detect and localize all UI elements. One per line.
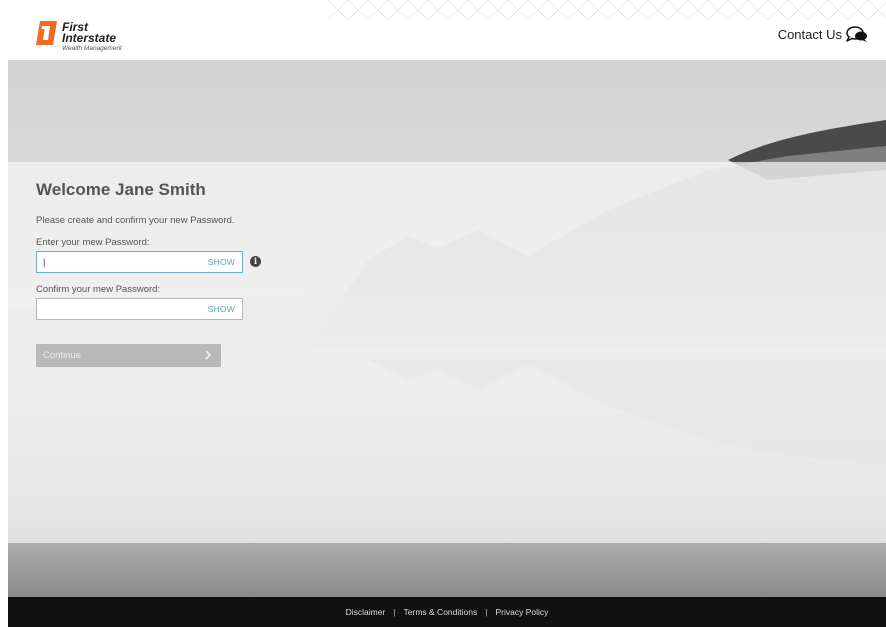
confirm-password-field[interactable]: SHOW: [36, 298, 243, 320]
continue-label: Continue: [43, 350, 82, 361]
password-label: Enter your mew Password:: [36, 237, 150, 248]
password-input[interactable]: [43, 255, 193, 269]
confirm-password-input[interactable]: [43, 302, 193, 316]
privacy-policy-link[interactable]: Privacy Policy: [495, 607, 548, 617]
chat-bubbles-icon: [846, 26, 867, 42]
chevron-right-icon: [205, 350, 212, 360]
terms-link[interactable]: Terms & Conditions: [404, 607, 478, 617]
welcome-heading: Welcome Jane Smith: [36, 180, 206, 199]
password-field[interactable]: SHOW: [36, 251, 243, 273]
footer-separator: |: [393, 607, 396, 617]
header: First Interstate Wealth Management Conta…: [8, 0, 886, 60]
password-show-toggle[interactable]: SHOW: [208, 257, 235, 267]
brand-logo[interactable]: First Interstate Wealth Management: [36, 20, 176, 56]
contact-us-label: Contact Us: [777, 26, 842, 42]
logo-text-interstate: Interstate: [62, 31, 117, 45]
page: First Interstate Wealth Management Conta…: [8, 0, 886, 627]
continue-button[interactable]: Continue: [36, 344, 221, 367]
info-icon[interactable]: i: [250, 256, 261, 267]
confirm-password-label: Confirm your mew Password:: [36, 284, 161, 295]
logo-subtitle: Wealth Management: [62, 45, 122, 52]
confirm-password-show-toggle[interactable]: SHOW: [208, 304, 235, 314]
footer: Disclaimer | Terms & Conditions | Privac…: [8, 597, 886, 627]
disclaimer-link[interactable]: Disclaimer: [346, 607, 386, 617]
instructions-text: Please create and confirm your new Passw…: [36, 215, 235, 226]
logo-mark-icon: [36, 21, 57, 45]
contact-us-link[interactable]: Contact Us: [778, 26, 868, 42]
footer-separator: |: [485, 607, 488, 617]
header-pattern: [328, 0, 886, 20]
